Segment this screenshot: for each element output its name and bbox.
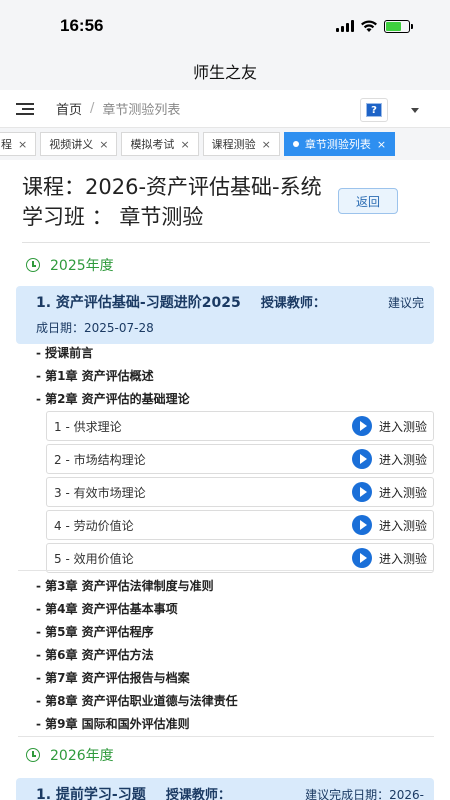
divider — [18, 570, 434, 571]
play-icon — [351, 515, 372, 535]
battery-icon — [384, 19, 413, 33]
section-row: 1 - 供求理论 进入测验 — [46, 411, 434, 441]
chapter-item[interactable]: - 第4章 资产评估基本事项 — [36, 598, 436, 621]
status-bar: 16:56 — [0, 0, 450, 52]
nav-bar: 首页 / 章节测验列表 ? — [0, 90, 450, 128]
chapter-item[interactable]: - 授课前言 — [36, 342, 436, 365]
clock-icon — [26, 258, 40, 272]
tab-bar: 程 × 视频讲义 × 模拟考试 × 课程测验 × 章节测验列表 × — [0, 128, 450, 160]
tab-mock-exam[interactable]: 模拟考试 × — [121, 132, 199, 156]
page-title: 课程：2026-资产评估基础-系统学习班 ： 章节测验 — [22, 175, 322, 229]
course-name: 1. 资产评估基础-习题进阶2025 — [36, 295, 241, 311]
chapter-item[interactable]: - 第8章 资产评估职业道德与法律责任 — [36, 690, 436, 713]
section-row: 3 - 有效市场理论 进入测验 — [46, 477, 434, 507]
help-button[interactable]: ? — [360, 98, 388, 122]
section-label: 4 - 劳动价值论 — [54, 518, 134, 533]
year-header[interactable]: 2026年度 — [26, 745, 114, 765]
close-icon[interactable]: × — [262, 138, 271, 151]
active-dot-icon — [292, 141, 299, 147]
back-button[interactable]: 返回 — [338, 188, 398, 214]
section-label: 5 - 效用价值论 — [54, 551, 134, 566]
chapter-list: - 授课前言 - 第1章 资产评估概述 - 第2章 资产评估的基础理论 1 - … — [36, 342, 436, 576]
tab-course[interactable]: 程 × — [0, 132, 37, 156]
enter-quiz-button[interactable]: 进入测验 — [351, 482, 427, 502]
chapter-list: - 第3章 资产评估法律制度与准则 - 第4章 资产评估基本事项 - 第5章 资… — [36, 575, 436, 736]
close-icon[interactable]: × — [99, 138, 108, 151]
status-icons — [336, 19, 413, 33]
chapter-item[interactable]: - 第9章 国际和国外评估准则 — [36, 713, 436, 736]
enter-quiz-button[interactable]: 进入测验 — [351, 416, 427, 436]
close-icon[interactable]: × — [18, 138, 27, 151]
breadcrumb-separator: / — [90, 101, 95, 116]
chapter-item[interactable]: - 第1章 资产评估概述 — [36, 365, 436, 388]
dropdown-caret-icon[interactable] — [411, 108, 419, 113]
divider — [22, 242, 430, 243]
section-label: 3 - 有效市场理论 — [54, 485, 146, 500]
chapter-item[interactable]: - 第7章 资产评估报告与档案 — [36, 667, 436, 690]
course-due-date: 建议完成日期：2026- — [305, 788, 424, 800]
course-card[interactable]: 1. 提前学习-习题 授课教师： 建议完成日期：2026- — [16, 778, 434, 800]
section-list: 1 - 供求理论 进入测验 2 - 市场结构理论 进入测验 3 - 有效市场理论… — [46, 411, 434, 573]
tab-chapter-quiz-list[interactable]: 章节测验列表 × — [283, 132, 396, 156]
signal-icon — [336, 20, 354, 32]
section-row: 2 - 市场结构理论 进入测验 — [46, 444, 434, 474]
divider — [18, 736, 434, 737]
close-icon[interactable]: × — [180, 138, 189, 151]
section-label: 2 - 市场结构理论 — [54, 452, 146, 467]
chapter-item[interactable]: - 第6章 资产评估方法 — [36, 644, 436, 667]
enter-quiz-button[interactable]: 进入测验 — [351, 515, 427, 535]
section-row: 4 - 劳动价值论 进入测验 — [46, 510, 434, 540]
breadcrumb: 首页 / 章节测验列表 — [56, 99, 180, 118]
course-due-date: 建议完 — [387, 296, 424, 310]
chapter-item[interactable]: - 第2章 资产评估的基础理论 — [36, 388, 436, 411]
chapter-item[interactable]: - 第3章 资产评估法律制度与准则 — [36, 575, 436, 598]
clock-icon — [26, 748, 40, 762]
app-title: 师生之友 — [0, 52, 450, 90]
year-header[interactable]: 2025年度 — [26, 255, 114, 275]
tab-course-quiz[interactable]: 课程测验 × — [202, 132, 280, 156]
menu-toggle-icon[interactable] — [16, 102, 34, 115]
main-content: 课程：2026-资产评估基础-系统学习班 ： 章节测验 返回 2025年度 1.… — [0, 160, 450, 800]
breadcrumb-current: 章节测验列表 — [102, 103, 181, 118]
course-teacher: 授课教师： — [165, 788, 231, 800]
enter-quiz-button[interactable]: 进入测验 — [351, 548, 427, 568]
help-icon: ? — [366, 103, 382, 117]
section-row: 5 - 效用价值论 进入测验 — [46, 543, 434, 573]
play-icon — [351, 482, 372, 502]
status-time: 16:56 — [60, 16, 104, 35]
play-icon — [351, 548, 372, 568]
course-due-date-cont: 成日期：2025-07-28 — [36, 321, 154, 335]
play-icon — [351, 449, 372, 469]
course-card[interactable]: 1. 资产评估基础-习题进阶2025 授课教师： 建议完 成日期：2025-07… — [16, 286, 434, 344]
play-icon — [351, 416, 372, 436]
close-icon[interactable]: × — [377, 138, 386, 151]
chapter-item[interactable]: - 第5章 资产评估程序 — [36, 621, 436, 644]
wifi-icon — [361, 19, 377, 32]
section-label: 1 - 供求理论 — [54, 419, 122, 434]
course-teacher: 授课教师： — [260, 296, 326, 311]
breadcrumb-home[interactable]: 首页 — [56, 99, 82, 118]
course-name: 1. 提前学习-习题 — [36, 787, 146, 800]
enter-quiz-button[interactable]: 进入测验 — [351, 449, 427, 469]
tab-video-notes[interactable]: 视频讲义 × — [40, 132, 118, 156]
